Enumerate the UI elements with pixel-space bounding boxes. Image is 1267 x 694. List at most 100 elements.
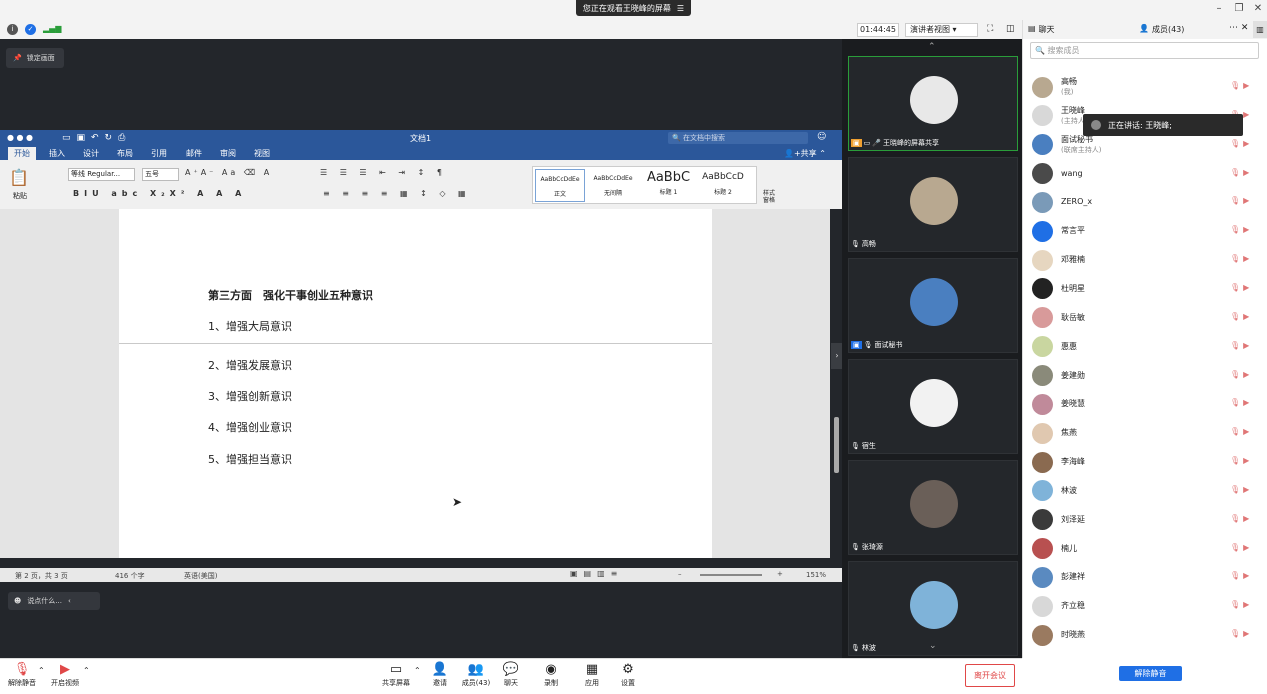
member-row[interactable]: 林波 🎙▶ — [1032, 478, 1262, 504]
signal-icon[interactable]: ▂▄▆ — [43, 24, 61, 33]
document-page[interactable]: 第三方面 强化干事创业五种意识 1、增强大局意识 2、增强发展意识 3、增强创新… — [119, 209, 712, 558]
window-controls-icon[interactable]: ● ● ● — [7, 133, 33, 142]
mic-muted-icon[interactable]: 🎙 — [1230, 600, 1243, 609]
start-video-button[interactable]: ▶ 开启视频 — [45, 662, 85, 688]
mic-muted-icon[interactable]: 🎙 — [1230, 81, 1243, 90]
mic-muted-icon[interactable]: 🎙 — [1230, 225, 1243, 234]
member-search-input[interactable]: 🔍 搜索成员 — [1030, 42, 1259, 59]
video-off-icon[interactable]: ▶ — [1243, 485, 1252, 494]
member-row[interactable]: 杜明星 🎙▶ — [1032, 276, 1262, 302]
share-screen-button[interactable]: ▭ 共享屏幕 — [376, 662, 416, 688]
mic-muted-icon[interactable]: 🎙 — [1230, 456, 1243, 465]
member-row[interactable]: 邓雅楠 🎙▶ — [1032, 247, 1262, 273]
video-off-icon[interactable]: ▶ — [1243, 225, 1252, 234]
tab-design[interactable]: 设计 — [83, 148, 99, 159]
view-mode-icons[interactable]: ▣▤▥≡ — [570, 569, 623, 578]
mic-muted-icon[interactable]: 🎙 — [1230, 543, 1243, 552]
chat-input[interactable]: ☻ 说点什么... ‹ — [8, 592, 100, 610]
video-off-icon[interactable]: ▶ — [1243, 312, 1252, 321]
mic-muted-icon[interactable]: 🎙 — [1230, 196, 1243, 205]
lock-view-button[interactable]: 📌 锁定画面 — [6, 48, 64, 68]
style-nospacing[interactable]: AaBbCcDdEe 无间隔 — [588, 169, 638, 202]
member-row[interactable]: 姜建勋 🎙▶ — [1032, 363, 1262, 389]
close-icon[interactable]: ✕ — [1252, 3, 1264, 15]
video-tile[interactable]: 🎙 宿生 — [848, 359, 1018, 454]
member-row[interactable]: 焦燕 🎙▶ — [1032, 420, 1262, 446]
presenter-view-dropdown[interactable]: 演讲者视图 ▾ — [905, 23, 978, 37]
font-grow-icons[interactable]: A⁺A⁻ Aa ⌫ A — [185, 168, 272, 177]
emoji-icon[interactable]: ☻ — [14, 597, 21, 605]
video-off-icon[interactable]: ▶ — [1243, 514, 1252, 523]
font-name-select[interactable]: 等线 Regular... — [68, 168, 135, 181]
video-off-icon[interactable]: ▶ — [1243, 398, 1252, 407]
smiley-icon[interactable]: ☺ — [817, 132, 826, 142]
list-icons[interactable]: ☰ ☰ ☰ ⇤ ⇥ ↕ ¶ — [320, 168, 447, 177]
mic-muted-icon[interactable]: 🎙 — [1230, 139, 1243, 148]
video-off-icon[interactable]: ▶ — [1243, 196, 1252, 205]
video-tile[interactable]: ▣ 🎙 面试秘书 — [848, 258, 1018, 353]
chevron-left-icon[interactable]: ‹ — [68, 597, 71, 605]
tab-home[interactable]: 开始 — [8, 147, 36, 160]
member-row[interactable]: 高畅 (我) 🎙▶ — [1032, 74, 1262, 100]
video-off-icon[interactable]: ▶ — [1243, 341, 1252, 350]
member-row[interactable]: 刘泽延 🎙▶ — [1032, 507, 1262, 533]
video-off-icon[interactable]: ▶ — [1243, 283, 1252, 292]
mic-muted-icon[interactable]: 🎙 — [1230, 168, 1243, 177]
tab-chat[interactable]: ▤ 聊天 — [1028, 24, 1055, 35]
mic-muted-icon[interactable]: 🎙 — [1230, 341, 1243, 350]
tab-references[interactable]: 引用 — [151, 148, 167, 159]
member-row[interactable]: 齐立稳 🎙▶ — [1032, 593, 1262, 619]
unmute-all-button[interactable]: 解除静音 — [1119, 666, 1182, 681]
member-row[interactable]: 时晓燕 🎙▶ — [1032, 622, 1262, 648]
video-off-icon[interactable]: ▶ — [1243, 110, 1252, 119]
format-icons[interactable]: BIU abc X₂X² A A A — [73, 189, 246, 198]
menu-icon[interactable]: ☰ — [677, 4, 684, 13]
video-off-icon[interactable]: ▶ — [1243, 254, 1252, 263]
tab-layout[interactable]: 布局 — [117, 148, 133, 159]
video-off-icon[interactable]: ▶ — [1243, 456, 1252, 465]
settings-button[interactable]: ⚙ 设置 — [608, 662, 648, 688]
mic-muted-icon[interactable]: 🎙 — [1230, 254, 1243, 263]
paste-icon[interactable]: 📋 — [9, 168, 29, 187]
video-tile[interactable]: 🎙 张琦源 — [848, 460, 1018, 555]
side-toggle-icon[interactable]: ▥ — [1253, 21, 1267, 38]
video-off-icon[interactable]: ▶ — [1243, 168, 1252, 177]
tab-view[interactable]: 视图 — [254, 148, 270, 159]
tab-review[interactable]: 审阅 — [220, 148, 236, 159]
chevron-up-icon[interactable]: ⌃ — [38, 666, 45, 675]
video-off-icon[interactable]: ▶ — [1243, 427, 1252, 436]
leave-meeting-button[interactable]: 离开会议 — [965, 664, 1015, 687]
record-button[interactable]: ◉ 录制 — [531, 662, 571, 688]
invite-button[interactable]: 👤 邀请 — [420, 662, 460, 688]
tab-insert[interactable]: 插入 — [49, 148, 65, 159]
word-share-button[interactable]: 👤+共享 ⌃ — [784, 148, 826, 159]
video-off-icon[interactable]: ▶ — [1243, 629, 1252, 638]
chat-button[interactable]: 💬 聊天 — [491, 662, 531, 688]
member-row[interactable]: 李海峰 🎙▶ — [1032, 449, 1262, 475]
unmute-button[interactable]: 🎙 解除静音 — [2, 662, 42, 688]
fullscreen-icon[interactable]: ⛶ — [987, 24, 993, 34]
video-tile[interactable]: 🎙 高畅 — [848, 157, 1018, 252]
mic-muted-icon[interactable]: 🎙 — [1230, 485, 1243, 494]
more-icon[interactable]: ⋯ ✕ — [1229, 23, 1248, 33]
member-row[interactable]: 楠儿 🎙▶ — [1032, 536, 1262, 562]
members-button[interactable]: 👥 成员(43) — [456, 662, 496, 688]
zoom-out-icon[interactable]: – — [678, 570, 682, 578]
align-icons[interactable]: ≡ ≡ ≡ ≡ ▦ ↕ ◇ ▦ — [323, 189, 471, 198]
member-row[interactable]: 姜晓慧 🎙▶ — [1032, 391, 1262, 417]
member-row[interactable]: 彭建祥 🎙▶ — [1032, 564, 1262, 590]
member-row[interactable]: 惠惠 🎙▶ — [1032, 334, 1262, 360]
member-row[interactable]: wang 🎙▶ — [1032, 161, 1262, 187]
zoom-slider[interactable] — [700, 574, 762, 576]
style-normal[interactable]: AaBbCcDdEe 正文 — [535, 169, 585, 202]
mic-muted-icon[interactable]: 🎙 — [1230, 427, 1243, 436]
mic-muted-icon[interactable]: 🎙 — [1230, 571, 1243, 580]
apps-button[interactable]: ▦ 应用 — [572, 662, 612, 688]
style-heading1[interactable]: AaBbC 标题 1 — [641, 169, 696, 202]
video-tile[interactable]: ▣ ▭ 🎤 王晓峰的屏幕共享 — [848, 56, 1018, 151]
member-row[interactable]: 常言平 🎙▶ — [1032, 218, 1262, 244]
video-off-icon[interactable]: ▶ — [1243, 139, 1252, 148]
word-search-input[interactable]: 🔍 在文档中搜索 — [668, 132, 808, 144]
tab-mailings[interactable]: 邮件 — [186, 148, 202, 159]
style-heading2[interactable]: AaBbCcD 标题 2 — [698, 169, 748, 202]
